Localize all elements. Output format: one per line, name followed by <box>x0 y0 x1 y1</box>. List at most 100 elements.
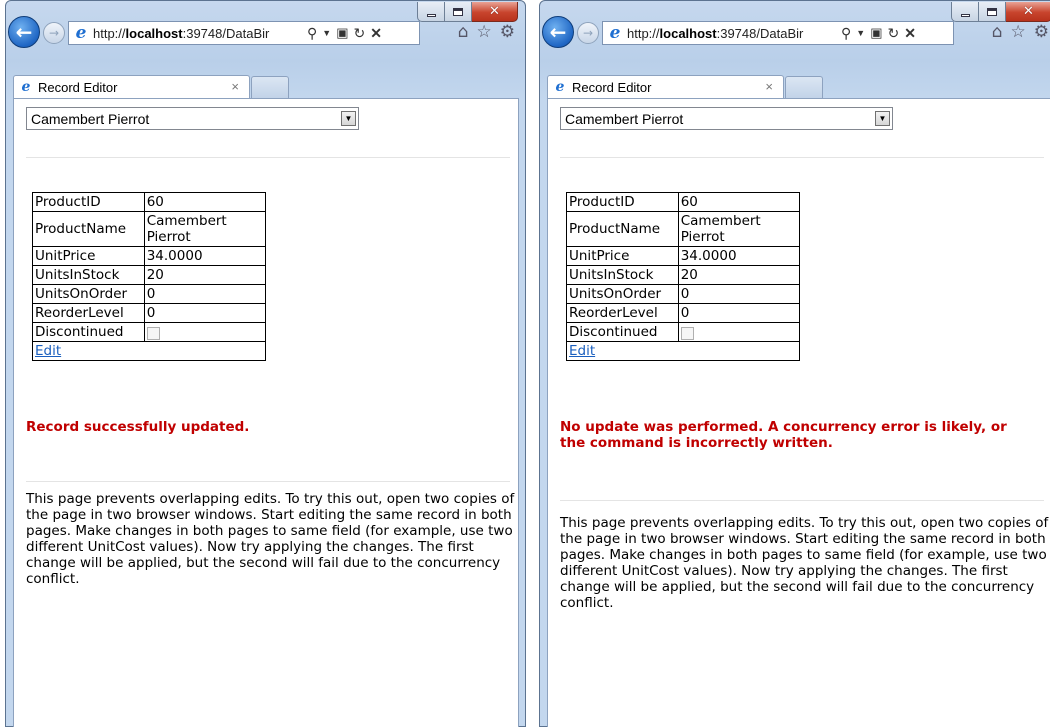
star-icon[interactable]: ☆ <box>1011 22 1026 42</box>
ie-tab-icon: e <box>555 79 565 95</box>
forward-button[interactable]: → <box>43 22 65 44</box>
details-view-table: ProductID 60 ProductName Camembert Pierrot… <box>32 192 267 361</box>
product-dropdown[interactable]: Camembert Pierrot ▼ <box>26 107 359 130</box>
description-text: This page prevents overlapping edits. To… <box>26 491 515 587</box>
tab-record-editor[interactable]: e Record Editor × <box>547 75 784 98</box>
compatibility-icon[interactable]: ▣ <box>336 25 348 41</box>
field-value: 34.0000 <box>143 246 267 266</box>
stop-icon[interactable]: ✕ <box>370 25 382 42</box>
stop-icon[interactable]: ✕ <box>904 25 916 42</box>
home-icon[interactable]: ⌂ <box>458 22 469 42</box>
tab-close-icon[interactable]: × <box>765 79 773 94</box>
navigation-bar: ← → e http://localhost:39748/DataBir ⚲ ▼… <box>540 14 1050 50</box>
table-row: Discontinued <box>566 322 801 342</box>
forward-button[interactable]: → <box>577 22 599 44</box>
new-tab-button[interactable] <box>251 76 289 98</box>
divider <box>26 157 510 158</box>
field-value: 34.0000 <box>677 246 801 266</box>
navigation-bar: ← → e http://localhost:39748/DataBir ⚲ ▼… <box>6 14 525 50</box>
details-view-table: ProductID 60 ProductName Camembert Pierrot… <box>566 192 801 361</box>
product-dropdown[interactable]: Camembert Pierrot ▼ <box>560 107 893 130</box>
browser-window-left: ✕ ← → e http://localhost:39748/DataBir ⚲… <box>5 0 526 727</box>
product-dropdown-value: Camembert Pierrot <box>565 110 684 127</box>
page-content: Camembert Pierrot ▼ ProductID 60 ProductN… <box>13 98 519 727</box>
tab-record-editor[interactable]: e Record Editor × <box>13 75 250 98</box>
divider <box>26 481 510 482</box>
address-tools: ⚲ ▼ ▣ ↻ ✕ <box>307 25 382 42</box>
table-row: UnitPrice 34.0000 <box>566 246 801 266</box>
new-tab-button[interactable] <box>785 76 823 98</box>
ie-page-icon: e <box>75 23 87 43</box>
status-message: Record successfully updated. <box>26 419 250 435</box>
field-label: ReorderLevel <box>566 303 679 323</box>
table-row: Discontinued <box>32 322 267 342</box>
field-label: UnitPrice <box>32 246 145 266</box>
field-label: UnitsInStock <box>32 265 145 285</box>
gear-icon[interactable]: ⚙ <box>1034 22 1049 42</box>
refresh-icon[interactable]: ↻ <box>353 25 365 42</box>
dropdown-icon[interactable]: ▼ <box>322 28 331 38</box>
home-icon[interactable]: ⌂ <box>992 22 1003 42</box>
star-icon[interactable]: ☆ <box>477 22 492 42</box>
table-row: ProductID 60 <box>32 192 267 212</box>
forward-arrow-icon: → <box>582 26 594 40</box>
toolbar-icons: ⌂ ☆ ⚙ <box>992 22 1049 42</box>
divider <box>560 500 1044 501</box>
chevron-down-icon[interactable]: ▼ <box>875 111 890 126</box>
address-url[interactable]: http://localhost:39748/DataBir <box>627 26 837 41</box>
tab-close-icon[interactable]: × <box>231 79 239 94</box>
table-row: Edit <box>566 341 800 361</box>
address-url[interactable]: http://localhost:39748/DataBir <box>93 26 303 41</box>
field-label: ProductName <box>32 211 145 247</box>
product-dropdown-value: Camembert Pierrot <box>31 110 150 127</box>
address-bar[interactable]: e http://localhost:39748/DataBir ⚲ ▼ ▣ ↻… <box>68 21 420 45</box>
field-value: 0 <box>677 303 801 323</box>
field-label: UnitsInStock <box>566 265 679 285</box>
field-value: 60 <box>143 192 267 212</box>
field-value: Camembert Pierrot <box>143 211 267 247</box>
field-value: 60 <box>677 192 801 212</box>
discontinued-checkbox <box>680 326 694 340</box>
dropdown-icon[interactable]: ▼ <box>856 28 865 38</box>
table-row: Edit <box>32 341 266 361</box>
field-value: 0 <box>143 284 267 304</box>
field-label: UnitsOnOrder <box>32 284 145 304</box>
back-arrow-icon: ← <box>15 20 33 44</box>
discontinued-checkbox <box>146 326 160 340</box>
field-value: 20 <box>677 265 801 285</box>
tab-title: Record Editor <box>38 79 118 95</box>
field-value: 0 <box>677 284 801 304</box>
chevron-down-icon[interactable]: ▼ <box>341 111 356 126</box>
address-bar[interactable]: e http://localhost:39748/DataBir ⚲ ▼ ▣ ↻… <box>602 21 954 45</box>
forward-arrow-icon: → <box>48 26 60 40</box>
field-value: 0 <box>143 303 267 323</box>
ie-page-icon: e <box>609 23 621 43</box>
table-row: ProductName Camembert Pierrot <box>566 211 801 247</box>
gear-icon[interactable]: ⚙ <box>500 22 515 42</box>
compatibility-icon[interactable]: ▣ <box>870 25 882 41</box>
address-tools: ⚲ ▼ ▣ ↻ ✕ <box>841 25 916 42</box>
table-row: UnitsInStock 20 <box>32 265 267 285</box>
field-label: Discontinued <box>566 322 679 342</box>
back-button[interactable]: ← <box>542 16 574 48</box>
ie-tab-icon: e <box>21 79 31 95</box>
field-value: Camembert Pierrot <box>677 211 801 247</box>
field-label: ReorderLevel <box>32 303 145 323</box>
tab-title: Record Editor <box>572 79 652 95</box>
field-label: Discontinued <box>32 322 145 342</box>
search-icon[interactable]: ⚲ <box>841 25 851 42</box>
refresh-icon[interactable]: ↻ <box>887 25 899 42</box>
edit-link[interactable]: Edit <box>569 343 595 359</box>
edit-link[interactable]: Edit <box>35 343 61 359</box>
field-value: 20 <box>143 265 267 285</box>
browser-window-right: ✕ ← → e http://localhost:39748/DataBir ⚲… <box>539 0 1050 727</box>
table-row: UnitPrice 34.0000 <box>32 246 267 266</box>
search-icon[interactable]: ⚲ <box>307 25 317 42</box>
back-button[interactable]: ← <box>8 16 40 48</box>
tab-strip: e Record Editor × <box>6 54 525 98</box>
field-label: ProductID <box>32 192 145 212</box>
tab-strip: e Record Editor × <box>540 54 1050 98</box>
field-label: ProductName <box>566 211 679 247</box>
page-content: Camembert Pierrot ▼ ProductID 60 ProductN… <box>547 98 1050 727</box>
field-label: UnitPrice <box>566 246 679 266</box>
